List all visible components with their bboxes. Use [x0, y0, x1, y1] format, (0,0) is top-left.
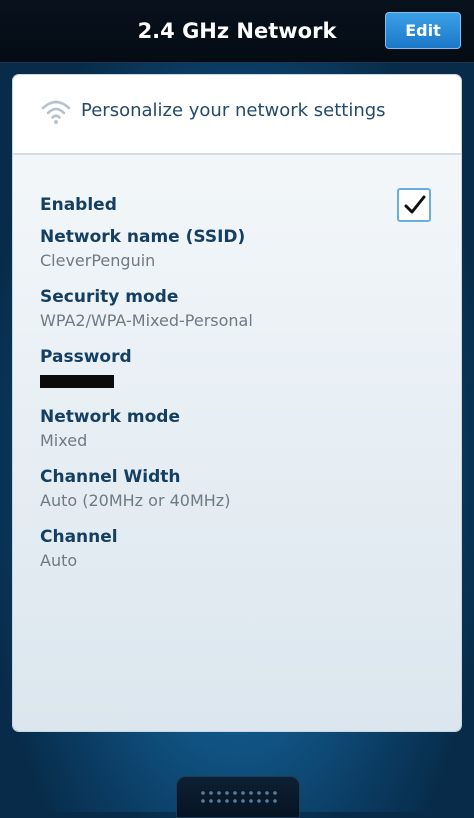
- enabled-field: Enabled: [40, 193, 420, 217]
- grip-dots: [199, 789, 277, 805]
- card-header-text: Personalize your network settings: [81, 100, 386, 121]
- channel-label: Channel: [40, 527, 118, 547]
- channel-width-value: Auto (20MHz or 40MHz): [40, 491, 231, 510]
- enabled-label: Enabled: [40, 195, 117, 215]
- card-header: Personalize your network settings: [13, 75, 461, 155]
- network-mode-label: Network mode: [40, 407, 180, 427]
- password-field: Password: [40, 345, 420, 392]
- ssid-label: Network name (SSID): [40, 227, 246, 247]
- password-value: [40, 369, 420, 392]
- channel-value: Auto: [40, 551, 78, 570]
- settings-card: Personalize your network settings Enable…: [13, 75, 461, 731]
- ssid-value: CleverPenguin: [40, 251, 156, 270]
- password-label: Password: [40, 347, 132, 367]
- network-mode-value: Mixed: [40, 431, 88, 450]
- top-bar: 2.4 GHz Network Edit: [0, 0, 474, 63]
- enabled-checkbox[interactable]: [397, 188, 431, 222]
- channel-width-label: Channel Width: [40, 467, 181, 487]
- security-mode-label: Security mode: [40, 287, 179, 307]
- network-mode-field: Network mode Mixed: [40, 405, 420, 453]
- channel-field: Channel Auto: [40, 525, 420, 573]
- wifi-icon: [41, 99, 71, 125]
- security-mode-field: Security mode WPA2/WPA-Mixed-Personal: [40, 285, 420, 333]
- edit-button[interactable]: Edit: [385, 12, 461, 49]
- checkmark-icon: [404, 195, 426, 214]
- ssid-field: Network name (SSID) CleverPenguin: [40, 225, 420, 273]
- security-mode-value: WPA2/WPA-Mixed-Personal: [40, 311, 253, 330]
- password-redaction: [40, 375, 114, 388]
- channel-width-field: Channel Width Auto (20MHz or 40MHz): [40, 465, 420, 513]
